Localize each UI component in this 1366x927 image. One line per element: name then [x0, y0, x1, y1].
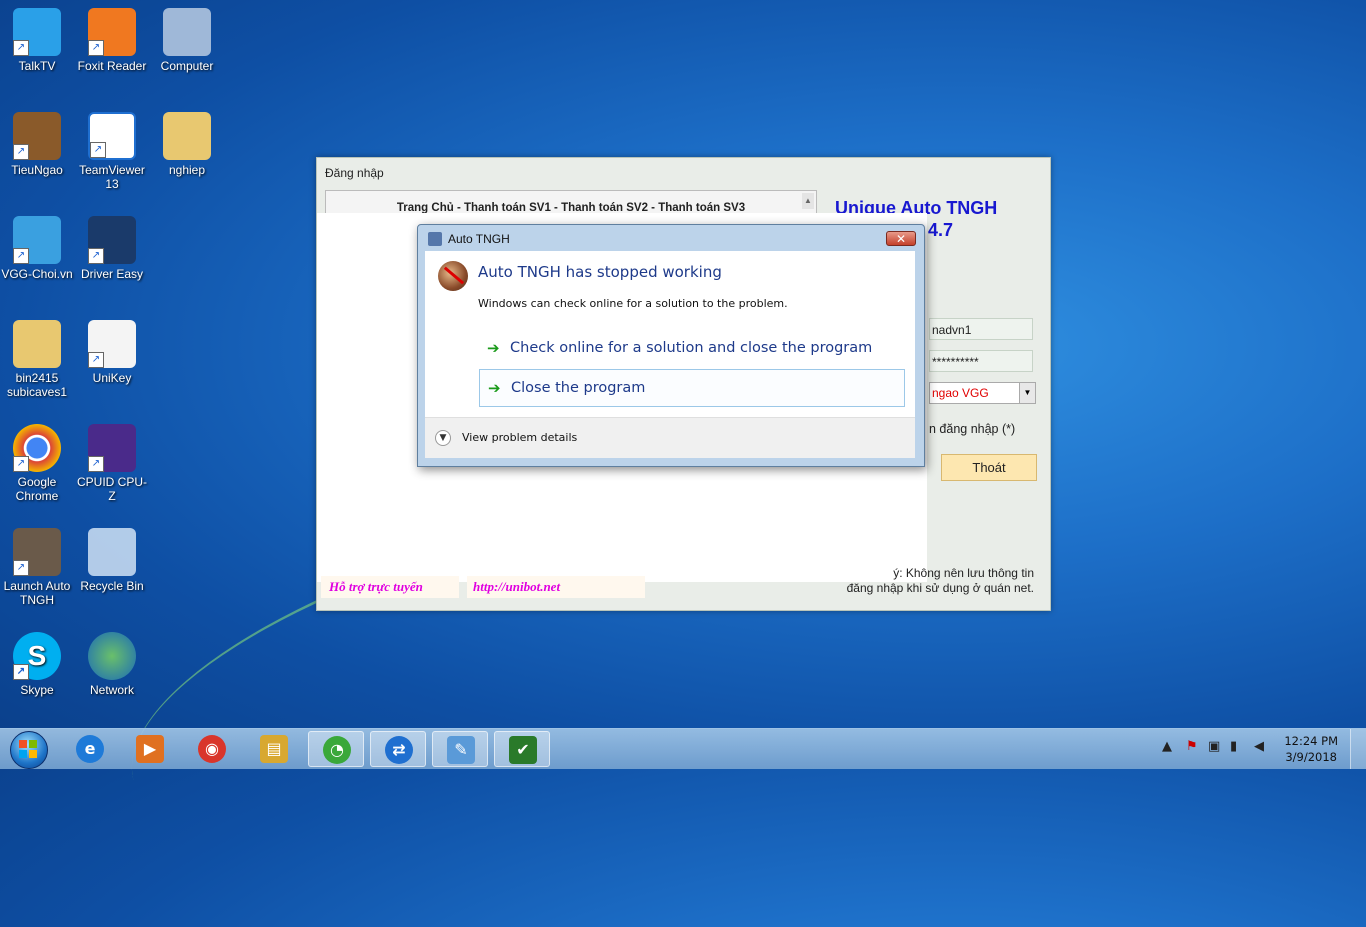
user-folder-icon — [163, 112, 211, 160]
windows-logo-icon — [19, 740, 37, 758]
app-icon — [428, 232, 442, 246]
green-arrow-icon: ➔ — [488, 379, 501, 397]
server-select[interactable]: ngao VGG ▼ — [929, 382, 1036, 404]
start-button[interactable] — [4, 731, 54, 769]
foxit-reader-icon: ↗ — [88, 8, 136, 56]
unikey-icon: ↗ — [88, 320, 136, 368]
desktop-icon-bin2415[interactable]: bin2415 subicaves1 — [0, 320, 74, 399]
dialog-titlebar[interactable]: Auto TNGH ✕ — [418, 225, 924, 251]
desktop-icon-teamviewer[interactable]: ↗ TeamViewer 13 — [75, 112, 149, 191]
close-program-button[interactable]: ➔ Close the program — [479, 369, 905, 407]
dialog-subtitle: Windows can check online for a solution … — [478, 297, 788, 310]
scroll-up-arrow-icon[interactable]: ▲ — [802, 193, 814, 209]
taskbar-chrome[interactable]: ◉ — [184, 731, 240, 767]
clock-time: 12:24 PM — [1284, 734, 1338, 748]
desktop-icon-unikey[interactable]: ↗ UniKey — [75, 320, 149, 385]
network-icon — [88, 632, 136, 680]
desktop-icon-nghiep[interactable]: nghiep — [150, 112, 224, 177]
error-dialog[interactable]: Auto TNGH ✕ Auto TNGH has stopped workin… — [417, 224, 925, 467]
taskbar-teamviewer[interactable]: ⇄ — [370, 731, 426, 767]
desktop-icon-talktv[interactable]: ↗ TalkTV — [0, 8, 74, 73]
chrome-icon: ↗ — [13, 424, 61, 472]
desktop-icon-cpuz[interactable]: ↗ CPUID CPU-Z — [75, 424, 149, 503]
note-line-2: đăng nhập khi sử dụng ở quán net. — [846, 581, 1034, 595]
paint-icon: ✎ — [447, 736, 475, 764]
view-details-link[interactable]: View problem details — [462, 431, 577, 444]
folder-icon — [13, 320, 61, 368]
close-program-label: Close the program — [511, 380, 646, 396]
teamviewer-icon: ⇄ — [385, 736, 413, 764]
desktop-icon-chrome[interactable]: ↗ Google Chrome — [0, 424, 74, 503]
file-explorer-icon: ▤ — [260, 735, 288, 763]
tieungao-icon: ↗ — [13, 112, 61, 160]
password-field[interactable]: ********** — [929, 350, 1033, 372]
chevron-down-icon[interactable]: ▼ — [435, 430, 451, 446]
clock[interactable]: 12:24 PM 3/9/2018 — [1284, 733, 1338, 765]
taskbar-media-player[interactable]: ▶ — [122, 731, 178, 767]
dialog-heading: Auto TNGH has stopped working — [478, 263, 722, 281]
taskbar-paint[interactable]: ✎ — [432, 731, 488, 767]
note-text: ý: Không nên lưu thông tin đăng nhập khi… — [847, 566, 1034, 596]
username-field[interactable]: nadvn1 — [929, 318, 1033, 340]
desktop-icon-computer[interactable]: Computer — [150, 8, 224, 73]
device-icon[interactable]: ▣ — [1208, 739, 1220, 754]
network-signal-icon[interactable]: ▮ — [1230, 739, 1237, 754]
nav-bar[interactable]: Trang Chủ - Thanh toán SV1 - Thanh toán … — [325, 190, 817, 214]
desktop-icon-skype[interactable]: S ↗ Skype — [0, 632, 74, 697]
desktop-icon-network[interactable]: Network — [75, 632, 149, 697]
show-desktop-button[interactable] — [1350, 729, 1366, 769]
taskbar: e ▶ ◉ ▤ ◔ ⇄ ✎ ✔ ▲ ⚑ ▣ ▮ ◀ 12:24 PM 3/9/2… — [0, 728, 1366, 769]
server-select-value: ngao VGG — [932, 386, 989, 400]
dialog-body: Auto TNGH has stopped working Windows ca… — [425, 251, 915, 417]
desktop-icon-recycle-bin[interactable]: Recycle Bin — [75, 528, 149, 593]
action-center-flag-icon[interactable]: ⚑ — [1186, 739, 1198, 754]
dialog-title: Auto TNGH — [448, 232, 510, 246]
computer-icon — [163, 8, 211, 56]
taskbar-coc-coc[interactable]: ◔ — [308, 731, 364, 767]
dialog-footer: ▼ View problem details — [425, 417, 915, 458]
support-label: Hỗ trợ trực tuyến — [321, 576, 459, 598]
desktop-icon-foxit-reader[interactable]: ↗ Foxit Reader — [75, 8, 149, 73]
crashed-app-icon — [438, 261, 468, 291]
window-title: Đăng nhập — [325, 166, 384, 180]
coc-coc-icon: ◔ — [323, 736, 351, 764]
talktv-icon: ↗ — [13, 8, 61, 56]
cpuz-icon: ↗ — [88, 424, 136, 472]
note-line-1: ý: Không nên lưu thông tin — [893, 566, 1034, 580]
desktop-icon-vgg[interactable]: ↗ VGG-Choi.vn — [0, 216, 74, 281]
taskbar-auto-tngh[interactable]: ✔ — [494, 731, 550, 767]
taskbar-internet-explorer[interactable]: e — [62, 731, 118, 767]
auto-tngh-icon: ↗ — [13, 528, 61, 576]
app-version: .4.7 — [923, 220, 954, 240]
teamviewer-icon: ↗ — [88, 112, 136, 160]
green-arrow-icon: ➔ — [487, 339, 500, 357]
desktop-icon-driver-easy[interactable]: ↗ Driver Easy — [75, 216, 149, 281]
vgg-icon: ↗ — [13, 216, 61, 264]
check-online-button[interactable]: ➔ Check online for a solution and close … — [479, 330, 905, 368]
chrome-icon: ◉ — [198, 735, 226, 763]
check-online-label: Check online for a solution and close th… — [510, 340, 873, 356]
skype-icon: S ↗ — [13, 632, 61, 680]
internet-explorer-icon: e — [76, 735, 104, 763]
exit-button[interactable]: Thoát — [941, 454, 1037, 481]
media-player-icon: ▶ — [136, 735, 164, 763]
dropdown-arrow-icon[interactable]: ▼ — [1019, 383, 1035, 403]
driver-easy-icon: ↗ — [88, 216, 136, 264]
support-link[interactable]: http://unibot.net — [467, 576, 645, 598]
remember-login-label[interactable]: n đăng nhập (*) — [929, 422, 1015, 436]
close-icon[interactable]: ✕ — [886, 231, 916, 246]
show-hidden-icons-icon[interactable]: ▲ — [1162, 739, 1172, 754]
desktop-icon-launch-auto-tngh[interactable]: ↗ Launch Auto TNGH — [0, 528, 74, 607]
volume-muted-icon[interactable]: ◀ — [1254, 739, 1264, 754]
taskbar-file-explorer[interactable]: ▤ — [246, 731, 302, 767]
auto-tngh-icon: ✔ — [509, 736, 537, 764]
desktop-icon-tieungao[interactable]: ↗ TieuNgao — [0, 112, 74, 177]
recycle-bin-icon — [88, 528, 136, 576]
clock-date: 3/9/2018 — [1285, 750, 1337, 764]
